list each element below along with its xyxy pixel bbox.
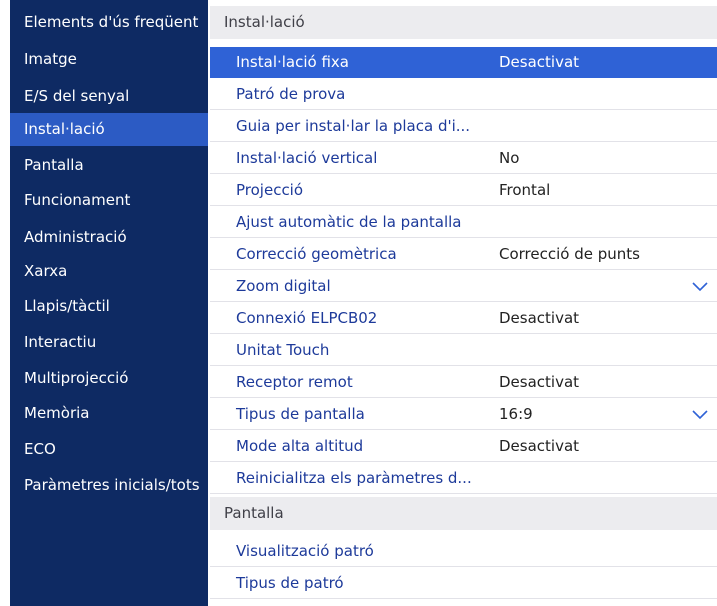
menu-item-value: 16:9 (499, 405, 533, 423)
sidebar-item-image[interactable]: Imatge (10, 43, 208, 76)
menu-item-label: Reinicialitza els paràmetres d... (236, 469, 472, 487)
sidebar-item-frequent[interactable]: Elements d'ús freqüent (10, 6, 208, 39)
sidebar-item-display[interactable]: Pantalla (10, 149, 208, 182)
menu-item-label: Tipus de patró (236, 574, 344, 592)
sidebar-item-interactive[interactable]: Interactiu (10, 326, 208, 359)
chevron-down-icon[interactable] (691, 278, 709, 294)
sidebar-item-pen-touch[interactable]: Llapis/tàctil (10, 290, 208, 323)
menu-item-pattern-type[interactable]: Tipus de patró (210, 568, 717, 599)
menu-item-high-altitude-mode[interactable]: Mode alta altitud Desactivat (210, 431, 717, 462)
menu-item-value: Frontal (499, 181, 551, 199)
sidebar-item-operation[interactable]: Funcionament (10, 184, 208, 217)
menu-item-label: Projecció (236, 181, 304, 199)
menu-item-value: Desactivat (499, 373, 580, 391)
menu-item-geometry-correction[interactable]: Correcció geomètrica Correcció de punts (210, 239, 717, 270)
menu-item-label: Receptor remot (236, 373, 353, 391)
menu-item-elpcb02-connection[interactable]: Connexió ELPCB02 Desactivat (210, 303, 717, 334)
chevron-down-icon[interactable] (691, 406, 709, 422)
menu-item-label: Guia per instal·lar la placa d'i... (236, 117, 471, 135)
sidebar-item-installation[interactable]: Instal·lació (10, 113, 208, 146)
menu-item-label: Zoom digital (236, 277, 331, 295)
sidebar-item-eco[interactable]: ECO (10, 433, 208, 466)
menu-item-value: Desactivat (499, 309, 580, 327)
settings-panel: Instal·lació Instal·lació fixa Desactiva… (210, 0, 717, 606)
menu-item-label: Mode alta altitud (236, 437, 364, 455)
menu-item-label: Ajust automàtic de la pantalla (236, 213, 462, 231)
menu-item-remote-receiver[interactable]: Receptor remot Desactivat (210, 367, 717, 398)
menu-item-value: No (499, 149, 520, 167)
menu-item-vertical-installation[interactable]: Instal·lació vertical No (210, 143, 717, 174)
sidebar-item-multi-projection[interactable]: Multiprojecció (10, 362, 208, 395)
menu-item-value: Desactivat (499, 437, 580, 455)
sidebar-item-initial-settings[interactable]: Paràmetres inicials/tots (10, 469, 208, 502)
menu-item-pattern-display[interactable]: Visualització patró (210, 536, 717, 567)
menu-item-value: Correcció de punts (499, 245, 640, 263)
settings-window: Elements d'ús freqüent Imatge E/S del se… (0, 0, 717, 606)
menu-item-reset-settings[interactable]: Reinicialitza els paràmetres d... (210, 463, 717, 494)
menu-item-projection[interactable]: Projecció Frontal (210, 175, 717, 206)
menu-item-board-install-guide[interactable]: Guia per instal·lar la placa d'i... (210, 111, 717, 142)
menu-item-auto-screen-adjust[interactable]: Ajust automàtic de la pantalla (210, 207, 717, 238)
sidebar-item-network[interactable]: Xarxa (10, 255, 208, 288)
menu-item-touch-unit[interactable]: Unitat Touch (210, 335, 717, 366)
menu-item-label: Connexió ELPCB02 (236, 309, 378, 327)
category-sidebar: Elements d'ús freqüent Imatge E/S del se… (10, 0, 208, 606)
menu-item-label: Visualització patró (236, 542, 374, 560)
section-header-display: Pantalla (210, 497, 717, 530)
sidebar-item-administration[interactable]: Administració (10, 221, 208, 254)
menu-item-screen-type[interactable]: Tipus de pantalla 16:9 (210, 399, 717, 430)
menu-item-test-pattern[interactable]: Patró de prova (210, 79, 717, 110)
menu-item-label: Unitat Touch (236, 341, 330, 359)
menu-item-fixed-installation[interactable]: Instal·lació fixa Desactivat (210, 47, 717, 78)
menu-item-label: Tipus de pantalla (236, 405, 365, 423)
sidebar-item-memory[interactable]: Memòria (10, 397, 208, 430)
menu-item-label: Correcció geomètrica (236, 245, 397, 263)
section-header-installation: Instal·lació (210, 6, 717, 39)
menu-item-label: Patró de prova (236, 85, 346, 103)
menu-item-value: Desactivat (499, 53, 580, 71)
menu-item-label: Instal·lació vertical (236, 149, 378, 167)
menu-item-digital-zoom[interactable]: Zoom digital (210, 271, 717, 302)
sidebar-item-signal-io[interactable]: E/S del senyal (10, 80, 208, 113)
menu-item-label: Instal·lació fixa (236, 53, 349, 71)
